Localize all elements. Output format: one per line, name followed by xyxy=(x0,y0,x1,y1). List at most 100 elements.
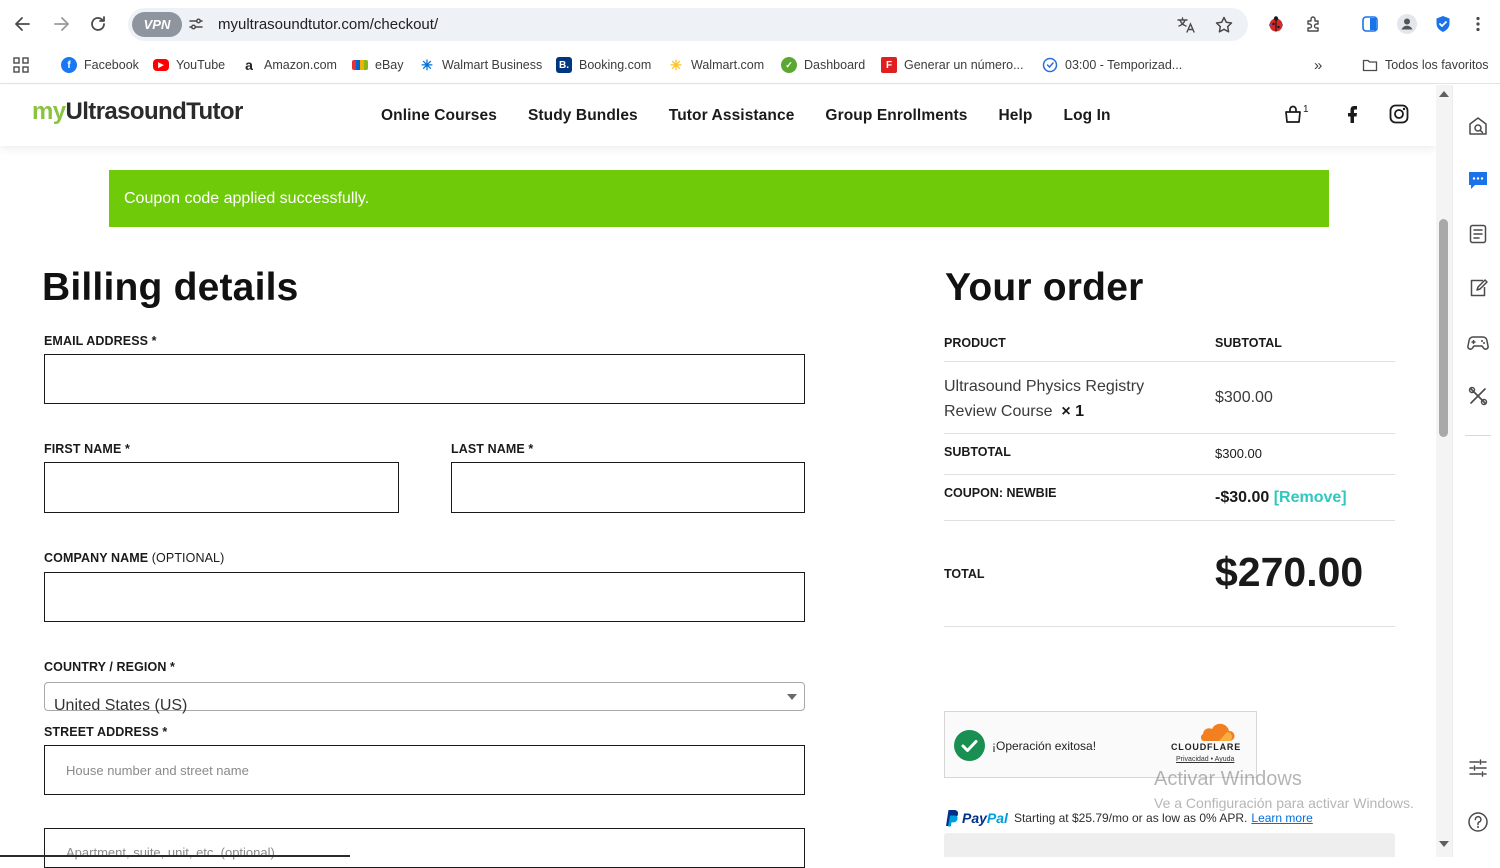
translate-icon[interactable] xyxy=(1176,15,1196,35)
back-button[interactable] xyxy=(11,12,35,36)
nav-help[interactable]: Help xyxy=(999,107,1033,125)
nav-online-courses[interactable]: Online Courses xyxy=(381,107,497,125)
order-col-product: PRODUCT xyxy=(944,336,1006,350)
country-select[interactable]: United States (US) xyxy=(44,682,805,714)
reload-button[interactable] xyxy=(86,12,110,36)
forward-button[interactable] xyxy=(49,12,73,36)
paypal-learn-more-link[interactable]: Learn more xyxy=(1251,811,1312,825)
company-name-label: COMPANY NAME (OPTIONAL) xyxy=(44,551,225,565)
bookmark-ebay[interactable]: eBay xyxy=(352,55,404,75)
apps-grid-icon xyxy=(13,57,29,73)
bookmark-walmart-business[interactable]: ✳ Walmart Business xyxy=(419,55,542,75)
caret-down-icon xyxy=(787,694,797,700)
all-bookmarks-folder[interactable]: Todos los favoritos xyxy=(1362,55,1489,75)
windows-activation-title: Activar Windows xyxy=(1154,768,1302,790)
instagram-icon[interactable] xyxy=(1388,103,1410,125)
nav-tutor-assistance[interactable]: Tutor Assistance xyxy=(669,107,795,125)
site-settings-icon[interactable] xyxy=(188,16,204,32)
order-col-subtotal: SUBTOTAL xyxy=(1215,336,1282,350)
turnstile-status: ¡Operación exitosa! xyxy=(992,739,1097,753)
browser-side-panel xyxy=(1452,85,1500,857)
last-name-field[interactable] xyxy=(451,462,805,513)
nav-group-enrollments[interactable]: Group Enrollments xyxy=(825,107,967,125)
notes-edit-icon[interactable] xyxy=(1467,277,1489,299)
bookmark-timer[interactable]: 03:00 - Temporizad... xyxy=(1042,55,1182,75)
order-coupon-value: -$30.00 xyxy=(1215,489,1270,506)
paypal-logo: PayPal xyxy=(962,810,1008,826)
country-label: COUNTRY / REGION * xyxy=(44,660,175,674)
address-bar[interactable]: VPN myultrasoundtutor.com/checkout/ xyxy=(128,8,1248,41)
order-total-label: TOTAL xyxy=(944,567,985,581)
scroll-thumb[interactable] xyxy=(1439,219,1448,437)
bookmark-amazon[interactable]: a Amazon.com xyxy=(241,55,337,75)
browser-toolbar: VPN myultrasoundtutor.com/checkout/ xyxy=(0,0,1500,48)
order-divider xyxy=(944,520,1395,521)
apartment-field[interactable] xyxy=(44,828,805,868)
order-product-qty: × 1 xyxy=(1061,403,1085,420)
tools-icon[interactable] xyxy=(1467,385,1489,407)
extensions-puzzle-icon[interactable] xyxy=(1303,13,1325,35)
facebook-icon: f xyxy=(61,57,77,73)
order-subtotal-value: $300.00 xyxy=(1215,446,1262,461)
ebay-icon xyxy=(352,60,368,70)
email-field[interactable] xyxy=(44,354,805,404)
chat-message-icon[interactable] xyxy=(1467,169,1489,191)
site-logo[interactable]: myUltrasoundTutor xyxy=(32,98,243,126)
profile-avatar-icon[interactable] xyxy=(1396,13,1418,35)
order-divider xyxy=(944,361,1395,362)
booking-icon: B. xyxy=(556,57,572,73)
url-text[interactable]: myultrasoundtutor.com/checkout/ xyxy=(218,16,438,33)
street-address-field[interactable] xyxy=(44,745,805,795)
order-total-value: $270.00 xyxy=(1215,549,1364,595)
order-divider xyxy=(944,626,1395,627)
apps-grid-button[interactable] xyxy=(13,55,29,75)
timer-icon xyxy=(1042,57,1058,73)
ladybug-extension-icon[interactable] xyxy=(1265,13,1287,35)
facebook-icon[interactable] xyxy=(1341,103,1363,125)
cart-count-badge: 1 xyxy=(1303,104,1309,115)
bookmark-youtube[interactable]: ▶ YouTube xyxy=(153,55,225,75)
sidebar-toggle-icon[interactable] xyxy=(1359,13,1381,35)
main-nav: Online Courses Study Bundles Tutor Assis… xyxy=(381,107,1142,125)
scroll-up-arrow-icon[interactable] xyxy=(1439,91,1449,97)
reading-list-icon[interactable] xyxy=(1467,223,1489,245)
order-title: Your order xyxy=(945,266,1144,309)
shield-extension-icon[interactable] xyxy=(1432,13,1454,35)
paypal-financing-text: Starting at $25.79/mo or as low as 0% AP… xyxy=(1013,811,1248,825)
bookmark-generator[interactable]: F Generar un número... xyxy=(881,55,1024,75)
scroll-down-arrow-icon[interactable] xyxy=(1439,841,1449,847)
remove-coupon-link[interactable]: [Remove] xyxy=(1274,489,1347,506)
bookmark-facebook[interactable]: f Facebook xyxy=(61,55,139,75)
bookmark-dashboard[interactable]: ✓ Dashboard xyxy=(781,55,865,75)
arrow-right-icon xyxy=(54,17,69,31)
menu-kebab-icon[interactable] xyxy=(1467,13,1489,35)
paypal-button-area[interactable] xyxy=(944,833,1395,857)
cart-bag-icon[interactable] xyxy=(1282,103,1304,125)
coupon-success-notice: Coupon code applied successfully. xyxy=(109,170,1329,227)
order-divider xyxy=(944,474,1395,475)
customize-sliders-icon[interactable] xyxy=(1467,757,1489,779)
folder-icon xyxy=(1362,59,1378,72)
turnstile-links[interactable]: Privacidad • Ayuda xyxy=(1176,756,1234,763)
street-address-label: STREET ADDRESS * xyxy=(44,725,168,739)
vpn-badge[interactable]: VPN xyxy=(132,12,182,37)
more-bookmarks-button[interactable]: » xyxy=(1314,55,1322,75)
first-name-label: FIRST NAME * xyxy=(44,442,130,456)
bookmark-booking[interactable]: B. Booking.com xyxy=(556,55,651,75)
help-circle-icon[interactable] xyxy=(1467,811,1489,833)
gamepad-icon[interactable] xyxy=(1467,331,1489,353)
site-header: myUltrasoundTutor Online Courses Study B… xyxy=(0,85,1436,146)
nav-study-bundles[interactable]: Study Bundles xyxy=(528,107,638,125)
order-coupon-row: -$30.00 [Remove] xyxy=(1215,489,1347,507)
paypal-icon xyxy=(946,810,958,827)
nav-log-in[interactable]: Log In xyxy=(1064,107,1111,125)
dashboard-icon: ✓ xyxy=(781,57,797,73)
paypal-message: PayPal Starting at $25.79/mo or as low a… xyxy=(944,808,1313,828)
first-name-field[interactable] xyxy=(44,462,399,513)
arrow-left-icon xyxy=(15,17,30,31)
bookmark-walmart[interactable]: ✳ Walmart.com xyxy=(668,55,764,75)
search-page-icon[interactable] xyxy=(1467,115,1489,137)
page-scrollbar[interactable] xyxy=(1436,85,1452,857)
bookmark-star-icon[interactable] xyxy=(1214,15,1234,35)
company-name-field[interactable] xyxy=(44,572,805,622)
